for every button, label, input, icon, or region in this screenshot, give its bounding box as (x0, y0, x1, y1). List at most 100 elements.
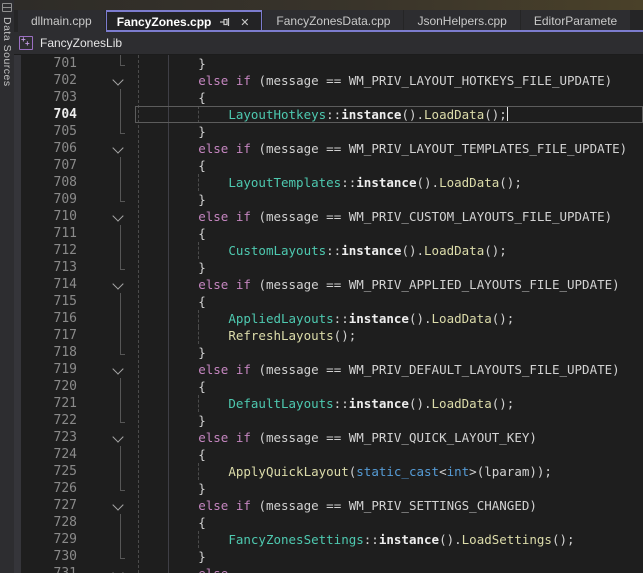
breadcrumb-bar: ++ FancyZonesLib (14, 32, 643, 55)
line-number: 718 (14, 344, 77, 361)
code-text: AppliedLayouts::instance().LoadData(); (138, 310, 514, 327)
code-text: } (138, 191, 206, 208)
code-text: { (138, 157, 206, 174)
tab-strip: dllmain.cpp FancyZones.cpp✕FancyZonesData… (14, 10, 643, 32)
fold-chevron-icon[interactable] (106, 361, 130, 378)
code-text: RefreshLayouts(); (138, 327, 356, 344)
fold-chevron-icon[interactable] (106, 497, 130, 514)
line-number: 708 (14, 174, 77, 191)
code-text: else if (message == WM_PRIV_LAYOUT_TEMPL… (138, 140, 627, 157)
text-cursor (507, 107, 509, 121)
code-line[interactable]: 703 { (14, 89, 643, 106)
fold-extent-line (106, 293, 130, 310)
code-line[interactable]: 711 { (14, 225, 643, 242)
pin-icon[interactable] (218, 16, 231, 29)
code-text: else if (message == WM_PRIV_SETTINGS_CHA… (138, 497, 537, 514)
breadcrumb-project[interactable]: FancyZonesLib (40, 36, 122, 50)
code-line[interactable]: 719 else if (message == WM_PRIV_DEFAULT_… (14, 361, 643, 378)
code-line[interactable]: 725 ApplyQuickLayout(static_cast<int>(lp… (14, 463, 643, 480)
line-number: 724 (14, 446, 77, 463)
code-line[interactable]: 701 } (14, 55, 643, 72)
code-line[interactable]: 726 } (14, 480, 643, 497)
cpp-project-icon: ++ (19, 36, 33, 50)
tab-FancyZonesData.cpp[interactable]: FancyZonesData.cpp (263, 10, 403, 32)
code-line[interactable]: 722 } (14, 412, 643, 429)
vs-editor-window: Data Sources dllmain.cppFancyZones.cpp✕F… (0, 0, 643, 573)
fold-extent-line (106, 191, 130, 208)
code-line[interactable]: 727 else if (message == WM_PRIV_SETTINGS… (14, 497, 643, 514)
code-line[interactable]: 712 CustomLayouts::instance().LoadData()… (14, 242, 643, 259)
fold-chevron-icon[interactable] (106, 276, 130, 293)
code-line[interactable]: 702 else if (message == WM_PRIV_LAYOUT_H… (14, 72, 643, 89)
code-text: else (138, 565, 228, 573)
line-number: 712 (14, 242, 77, 259)
code-line[interactable]: 729 FancyZonesSettings::instance().LoadS… (14, 531, 643, 548)
line-number: 710 (14, 208, 77, 225)
code-line[interactable]: 720 { (14, 378, 643, 395)
line-number: 709 (14, 191, 77, 208)
code-line[interactable]: 716 AppliedLayouts::instance().LoadData(… (14, 310, 643, 327)
code-line[interactable]: 724 { (14, 446, 643, 463)
code-text: } (138, 55, 206, 72)
code-line[interactable]: 728 { (14, 514, 643, 531)
code-line[interactable]: 710 else if (message == WM_PRIV_CUSTOM_L… (14, 208, 643, 225)
tab-label: dllmain.cpp (31, 14, 92, 28)
code-line[interactable]: 718 } (14, 344, 643, 361)
line-number: 719 (14, 361, 77, 378)
tab-dllmain.cpp[interactable]: dllmain.cpp (18, 10, 105, 32)
line-number: 701 (14, 55, 77, 72)
code-line[interactable]: 708 LayoutTemplates::instance().LoadData… (14, 174, 643, 191)
fold-chevron-icon[interactable] (106, 72, 130, 89)
line-number: 716 (14, 310, 77, 327)
code-line[interactable]: 714 else if (message == WM_PRIV_APPLIED_… (14, 276, 643, 293)
code-text: } (138, 344, 206, 361)
code-text: } (138, 123, 206, 140)
fold-extent-line (106, 463, 130, 480)
code-line[interactable]: 721 DefaultLayouts::instance().LoadData(… (14, 395, 643, 412)
line-number: 730 (14, 548, 77, 565)
line-number: 714 (14, 276, 77, 293)
fold-extent-line (106, 548, 130, 565)
line-number: 704 (14, 106, 77, 123)
code-line[interactable]: 709 } (14, 191, 643, 208)
tab-label: JsonHelpers.cpp (417, 14, 506, 28)
line-number: 723 (14, 429, 77, 446)
code-line[interactable]: 707 { (14, 157, 643, 174)
code-text: DefaultLayouts::instance().LoadData(); (138, 395, 514, 412)
fold-extent-line (106, 89, 130, 106)
editor-code-area[interactable]: 701 }702 else if (message == WM_PRIV_LAY… (14, 55, 643, 573)
code-line[interactable]: 704 LayoutHotkeys::instance().LoadData()… (14, 106, 643, 123)
code-line[interactable]: 715 { (14, 293, 643, 310)
tab-JsonHelpers.cpp[interactable]: JsonHelpers.cpp (404, 10, 519, 32)
code-text: { (138, 378, 206, 395)
code-line[interactable]: 713 } (14, 259, 643, 276)
tab-EditorParamete[interactable]: EditorParamete (521, 10, 630, 32)
code-line[interactable]: 705 } (14, 123, 643, 140)
code-line[interactable]: 706 else if (message == WM_PRIV_LAYOUT_T… (14, 140, 643, 157)
fold-chevron-icon[interactable] (106, 429, 130, 446)
sidebar-tab-data-sources[interactable]: Data Sources (0, 0, 14, 573)
code-text: LayoutTemplates::instance().LoadData(); (138, 174, 522, 191)
fold-extent-line (106, 327, 130, 344)
code-text: } (138, 480, 206, 497)
code-text: LayoutHotkeys::instance().LoadData(); (138, 106, 508, 123)
code-text: { (138, 225, 206, 242)
code-line[interactable]: 731 else (14, 565, 643, 573)
fold-extent-line (106, 123, 130, 140)
tab-FancyZones.cpp[interactable]: FancyZones.cpp✕ (106, 10, 263, 32)
code-text: } (138, 259, 206, 276)
fold-extent-line (106, 378, 130, 395)
code-line[interactable]: 723 else if (message == WM_PRIV_QUICK_LA… (14, 429, 643, 446)
code-line[interactable]: 730 } (14, 548, 643, 565)
fold-chevron-icon[interactable] (106, 208, 130, 225)
fold-chevron-icon[interactable] (106, 565, 130, 573)
fold-chevron-icon[interactable] (106, 140, 130, 157)
tab-label: EditorParamete (534, 14, 617, 28)
code-line[interactable]: 717 RefreshLayouts(); (14, 327, 643, 344)
fold-extent-line (106, 55, 130, 72)
close-icon[interactable]: ✕ (238, 16, 251, 29)
line-number: 711 (14, 225, 77, 242)
line-number: 705 (14, 123, 77, 140)
code-text: else if (message == WM_PRIV_CUSTOM_LAYOU… (138, 208, 612, 225)
fold-extent-line (106, 531, 130, 548)
